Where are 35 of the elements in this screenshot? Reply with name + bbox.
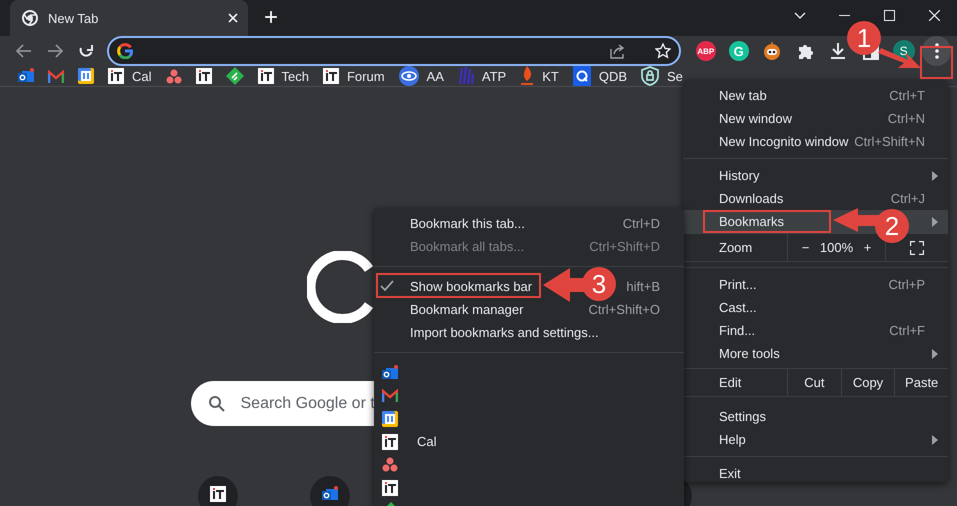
zoom-level: 100%: [818, 240, 854, 255]
menu-item[interactable]: Find... Ctrl+F: [683, 319, 948, 342]
menu-item[interactable]: New tab Ctrl+T: [683, 84, 948, 107]
bookmark-item[interactable]: ATP: [458, 66, 506, 86]
menu-item[interactable]: Bookmark this tab... Ctrl+D: [374, 212, 684, 235]
edit-action[interactable]: Paste: [895, 369, 948, 396]
menu-item[interactable]: Import bookmarks and settings...: [374, 321, 684, 344]
menu-item[interactable]: Cast...: [683, 296, 948, 319]
zoom-out-button[interactable]: −: [798, 240, 812, 255]
bookmark-item[interactable]: QDB: [572, 66, 628, 86]
menu-item[interactable]: Help: [683, 428, 948, 451]
bookmark-item[interactable]: Se: [641, 66, 683, 86]
edit-action[interactable]: Cut: [788, 369, 842, 396]
bookmark-item[interactable]: Forum: [322, 68, 385, 84]
tab-title: New Tab: [48, 10, 100, 26]
bookmark-item[interactable]: Cal: [108, 68, 152, 84]
zoom-in-button[interactable]: +: [860, 240, 874, 255]
menu-item[interactable]: Bookmark manager Ctrl+Shift+O: [374, 298, 684, 321]
menu-item[interactable]: New window Ctrl+N: [683, 107, 948, 130]
bookmark-item[interactable]: KT: [520, 66, 559, 86]
bookmark-item[interactable]: Cal: [374, 430, 684, 453]
menu-item[interactable]: Exit: [683, 462, 948, 485]
new-tab-button[interactable]: +: [260, 8, 282, 28]
menu-item[interactable]: Downloads Ctrl+J: [683, 187, 948, 210]
browser-tab[interactable]: New Tab: [10, 0, 248, 36]
step-number: 1: [847, 21, 881, 55]
bookmark-item[interactable]: Tech: [258, 68, 309, 84]
bookmark-item[interactable]: AA: [398, 66, 444, 86]
menu-item[interactable]: History: [683, 164, 948, 187]
menu-item[interactable]: Print... Ctrl+P: [683, 273, 948, 296]
menu-item[interactable]: Settings: [683, 405, 948, 428]
menu-item[interactable]: More tools: [683, 342, 948, 365]
menu-item[interactable]: New Incognito window Ctrl+Shift+N: [683, 130, 948, 153]
edit-action[interactable]: Copy: [842, 369, 896, 396]
extension-badge[interactable]: ABP: [696, 41, 716, 61]
